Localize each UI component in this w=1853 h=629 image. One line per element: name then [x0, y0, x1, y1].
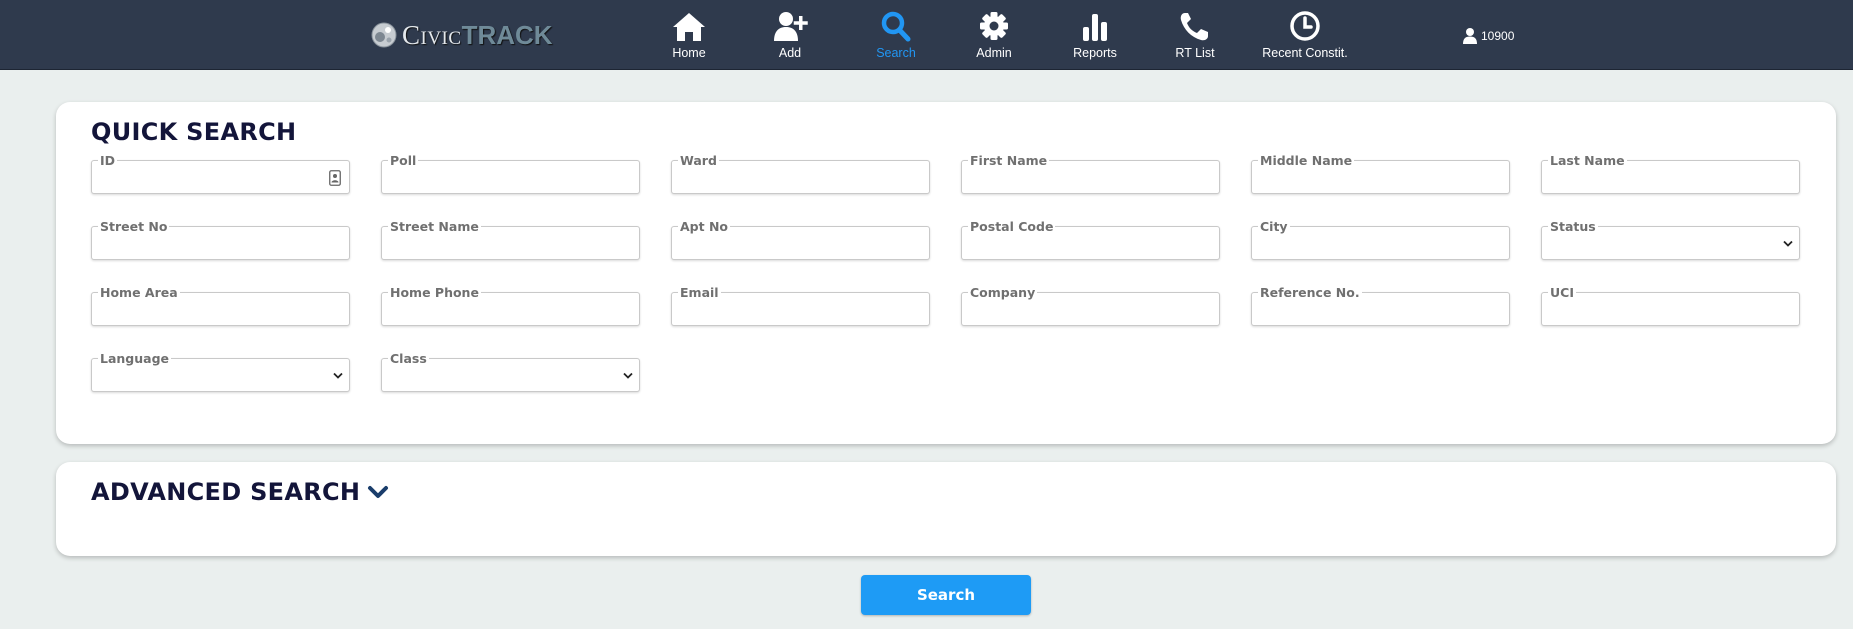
quick-search-title: QUICK SEARCH: [91, 118, 297, 146]
postal-code-field[interactable]: Postal Code: [961, 220, 1220, 260]
nav-add[interactable]: Add: [735, 10, 845, 62]
company-label: Company: [968, 285, 1038, 300]
street-no-label: Street No: [98, 219, 170, 234]
advanced-search-panel: ADVANCED SEARCH: [56, 462, 1836, 556]
user-badge[interactable]: 10900: [1462, 27, 1514, 44]
class-label: Class: [388, 351, 429, 366]
uci-label: UCI: [1548, 285, 1576, 300]
ward-field[interactable]: Ward: [671, 154, 930, 194]
last-name-field[interactable]: Last Name: [1541, 154, 1800, 194]
search-button[interactable]: Search: [861, 575, 1031, 615]
nav-home[interactable]: Home: [634, 10, 744, 62]
uci-field[interactable]: UCI: [1541, 286, 1800, 326]
apt-no-label: Apt No: [678, 219, 730, 234]
middle-name-field[interactable]: Middle Name: [1251, 154, 1510, 194]
last-name-label: Last Name: [1548, 153, 1627, 168]
first-name-field[interactable]: First Name: [961, 154, 1220, 194]
id-input[interactable]: [92, 161, 349, 193]
nav-search[interactable]: Search: [841, 10, 951, 62]
advanced-search-title: ADVANCED SEARCH: [91, 478, 361, 506]
home-icon: [673, 13, 705, 41]
logo-globe-icon: [371, 22, 397, 48]
apt-no-field[interactable]: Apt No: [671, 220, 930, 260]
home-phone-label: Home Phone: [388, 285, 481, 300]
phone-icon: [1180, 13, 1208, 41]
postal-code-label: Postal Code: [968, 219, 1056, 234]
logo-track-text: TRACK: [461, 19, 553, 50]
user-icon: [1463, 28, 1477, 44]
reference-no-field[interactable]: Reference No.: [1251, 286, 1510, 326]
top-nav-bar: Civic TRACK Home Add Search Admin Report…: [0, 0, 1853, 70]
id-field[interactable]: ID: [91, 154, 350, 194]
ward-label: Ward: [678, 153, 719, 168]
nav-admin-label: Admin: [976, 46, 1012, 60]
nav-recent-label: Recent Constit.: [1262, 46, 1348, 60]
language-select[interactable]: Language: [91, 352, 350, 392]
uci-input[interactable]: [1542, 293, 1799, 325]
logo-civic-text: Civic: [402, 19, 462, 50]
city-input[interactable]: [1252, 227, 1509, 259]
reference-no-label: Reference No.: [1258, 285, 1362, 300]
chevron-down-icon: [333, 372, 343, 379]
first-name-label: First Name: [968, 153, 1050, 168]
status-select[interactable]: Status: [1541, 220, 1800, 260]
bar-chart-icon: [1083, 14, 1107, 41]
email-label: Email: [678, 285, 721, 300]
nav-recent-constit[interactable]: Recent Constit.: [1250, 10, 1360, 62]
street-name-label: Street Name: [388, 219, 481, 234]
nav-rt-list-label: RT List: [1175, 46, 1215, 60]
poll-input[interactable]: [382, 161, 639, 193]
middle-name-label: Middle Name: [1258, 153, 1355, 168]
nav-search-label: Search: [876, 46, 916, 60]
company-field[interactable]: Company: [961, 286, 1220, 326]
advanced-search-toggle[interactable]: ADVANCED SEARCH: [91, 478, 389, 506]
street-name-field[interactable]: Street Name: [381, 220, 640, 260]
chevron-down-icon: [1783, 240, 1793, 247]
city-label: City: [1258, 219, 1290, 234]
home-phone-field[interactable]: Home Phone: [381, 286, 640, 326]
civictrack-logo[interactable]: Civic TRACK: [370, 18, 553, 52]
email-field[interactable]: Email: [671, 286, 930, 326]
contact-card-icon[interactable]: [329, 170, 341, 186]
status-label: Status: [1548, 219, 1598, 234]
street-no-field[interactable]: Street No: [91, 220, 350, 260]
id-label: ID: [98, 153, 118, 168]
poll-label: Poll: [388, 153, 419, 168]
add-user-icon: [774, 12, 808, 41]
poll-field[interactable]: Poll: [381, 154, 640, 194]
nav-home-label: Home: [672, 46, 706, 60]
nav-reports[interactable]: Reports: [1040, 10, 1150, 62]
nav-reports-label: Reports: [1073, 46, 1117, 60]
user-id: 10900: [1481, 28, 1515, 43]
home-area-field[interactable]: Home Area: [91, 286, 350, 326]
home-area-label: Home Area: [98, 285, 180, 300]
class-select[interactable]: Class: [381, 352, 640, 392]
nav-admin[interactable]: Admin: [939, 10, 1049, 62]
nav-add-label: Add: [778, 46, 802, 60]
clock-icon: [1290, 11, 1320, 41]
quick-search-panel: QUICK SEARCH ID Poll Ward First Name Mid…: [56, 102, 1836, 444]
search-icon: [881, 11, 911, 42]
nav-rt-list[interactable]: RT List: [1140, 10, 1250, 62]
chevron-down-icon: [368, 486, 389, 498]
gear-icon: [980, 12, 1008, 40]
chevron-down-icon: [623, 372, 633, 379]
language-label: Language: [98, 351, 172, 366]
city-field[interactable]: City: [1251, 220, 1510, 260]
